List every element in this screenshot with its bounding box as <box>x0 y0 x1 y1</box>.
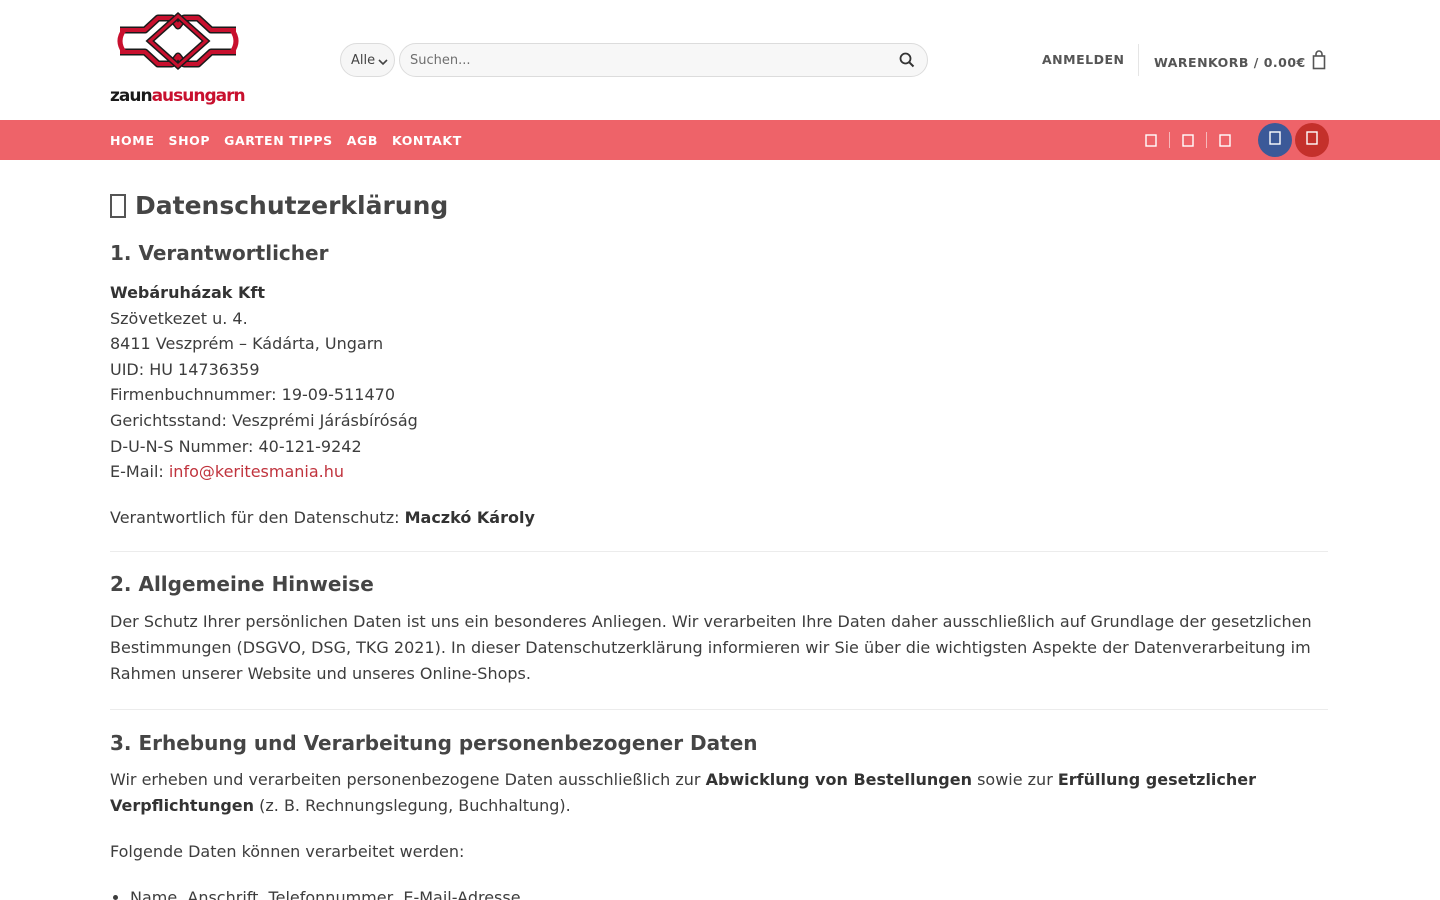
facebook-button[interactable] <box>1258 123 1292 157</box>
data-list-intro: Folgende Daten können verarbeitet werden… <box>110 841 465 861</box>
section-divider <box>110 550 1328 552</box>
address-line: Gerichtsstand: Veszprémi Járásbíróság <box>110 410 418 430</box>
nav-item-home[interactable]: HOME <box>110 133 154 148</box>
section-heading-responsible: 1. Verantwortlicher <box>110 241 329 265</box>
nav-item-kontakt[interactable]: KONTAKT <box>392 133 462 148</box>
header-divider <box>1138 44 1139 76</box>
shield-icon <box>110 194 126 218</box>
address-line: Szövetkezet u. 4. <box>110 308 248 328</box>
section-heading-general: 2. Allgemeine Hinweise <box>110 571 374 596</box>
address-line: 8411 Veszprém – Kádárta, Ungarn <box>110 334 384 354</box>
cart-label: WARENKORB / 0.00€ <box>1154 55 1306 70</box>
nav-item-garten-tipps[interactable]: GARTEN TIPPS <box>224 133 333 148</box>
site-header: zaunausungarn Alle ANMELDEN WARENKORB / … <box>0 0 1440 120</box>
youtube-button[interactable] <box>1295 123 1329 157</box>
page-title-text: Datenschutzerklärung <box>135 191 449 220</box>
page-title: Datenschutzerklärung <box>110 186 1328 226</box>
whatsapp-icon[interactable] <box>1214 129 1236 151</box>
site-logo[interactable]: zaunausungarn <box>110 8 246 110</box>
address-line: D-U-N-S Nummer: 40-121-9242 <box>110 436 362 456</box>
search-icon[interactable] <box>897 50 917 70</box>
dpo-name: Maczkó Károly <box>404 507 535 527</box>
nav-item-agb[interactable]: AGB <box>347 133 378 148</box>
company-name: Webáruházak Kft <box>110 283 265 302</box>
address-line: UID: HU 14736359 <box>110 359 260 379</box>
chevron-down-icon <box>378 56 388 65</box>
section-heading-data-collection: 3. Erhebung und Verarbeitung personenbez… <box>110 730 758 755</box>
page-content: Datenschutzerklärung 1. Verantwortlicher… <box>110 186 1328 900</box>
data-collection-text: Wir erheben und verarbeiten personenbezo… <box>110 769 1257 815</box>
fence-logo-icon <box>110 8 246 84</box>
search-input[interactable] <box>410 44 880 76</box>
email-label: E-Mail: <box>110 462 169 482</box>
mail-icon[interactable] <box>1140 129 1162 151</box>
email-link[interactable]: info@keritesmania.hu <box>169 462 344 481</box>
contact-icons <box>1140 120 1236 160</box>
youtube-icon <box>1306 130 1318 150</box>
nav-separator <box>1206 132 1207 148</box>
nav-menu: HOME SHOP GARTEN TIPPS AGB KONTAKT <box>110 120 476 160</box>
main-nav: HOME SHOP GARTEN TIPPS AGB KONTAKT <box>0 120 1440 160</box>
logo-wordmark: zaunausungarn <box>110 86 246 106</box>
search-category-value: Alle <box>351 52 376 68</box>
dpo-label: Verantwortlich für den Datenschutz: <box>110 507 405 527</box>
search-category-select[interactable]: Alle <box>340 43 395 77</box>
list-item: Name, Anschrift, Telefonnummer, E-Mail-A… <box>130 885 1328 900</box>
data-list: Name, Anschrift, Telefonnummer, E-Mail-A… <box>110 885 1328 900</box>
phone-icon[interactable] <box>1177 129 1199 151</box>
data-protection-officer: Verantwortlich für den Datenschutz: Macz… <box>110 505 1328 530</box>
facebook-icon <box>1269 130 1281 150</box>
shopping-bag-icon <box>1312 50 1326 73</box>
nav-separator <box>1169 132 1170 148</box>
nav-item-shop[interactable]: SHOP <box>168 133 210 148</box>
cart-link[interactable]: WARENKORB / 0.00€ <box>1154 50 1326 73</box>
company-address: Webáruházak Kft Szövetkezet u. 4. 8411 V… <box>110 280 1328 485</box>
search-bar <box>399 43 928 77</box>
general-notes-text: Der Schutz Ihrer persönlichen Daten ist … <box>110 611 1312 683</box>
login-link[interactable]: ANMELDEN <box>1042 52 1124 67</box>
section-divider <box>110 708 1328 710</box>
address-line: Firmenbuchnummer: 19-09-511470 <box>110 385 395 405</box>
